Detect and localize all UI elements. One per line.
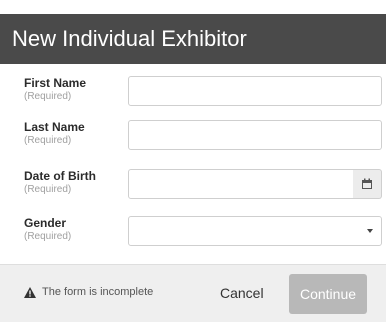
- gender-label: Gender: [24, 216, 67, 230]
- last-name-required: (Required): [24, 135, 72, 146]
- dialog-footer: The form is incomplete Cancel Continue: [0, 264, 386, 322]
- gender-row: Gender (Required): [0, 216, 386, 260]
- gender-select[interactable]: [128, 216, 382, 246]
- cancel-button[interactable]: Cancel: [220, 281, 264, 305]
- dob-label: Date of Birth: [24, 169, 96, 183]
- gender-required: (Required): [24, 231, 72, 242]
- first-name-label-group: First Name (Required): [24, 76, 86, 103]
- dob-required: (Required): [24, 184, 72, 195]
- last-name-input[interactable]: [128, 120, 382, 150]
- form-incomplete-message: The form is incomplete: [42, 286, 154, 298]
- dialog-header: New Individual Exhibitor: [0, 14, 386, 64]
- first-name-label: First Name: [24, 76, 87, 90]
- warning-icon: [24, 286, 36, 298]
- calendar-button[interactable]: [353, 169, 382, 199]
- dob-label-group: Date of Birth (Required): [24, 169, 96, 196]
- chevron-down-icon: [367, 229, 373, 233]
- last-name-label-group: Last Name (Required): [24, 120, 85, 147]
- date-of-birth-row: Date of Birth (Required): [0, 169, 386, 213]
- first-name-row: First Name (Required): [0, 76, 386, 120]
- form-status: The form is incomplete: [24, 286, 153, 298]
- last-name-row: Last Name (Required): [0, 120, 386, 164]
- dialog-title: New Individual Exhibitor: [12, 26, 247, 51]
- first-name-required: (Required): [24, 91, 72, 102]
- date-of-birth-input[interactable]: [128, 169, 354, 199]
- new-exhibitor-dialog: New Individual Exhibitor First Name (Req…: [0, 14, 386, 322]
- calendar-icon: [362, 178, 372, 189]
- continue-button[interactable]: Continue: [289, 274, 367, 314]
- last-name-label: Last Name: [24, 120, 85, 134]
- gender-label-group: Gender (Required): [24, 216, 71, 243]
- first-name-input[interactable]: [128, 76, 382, 106]
